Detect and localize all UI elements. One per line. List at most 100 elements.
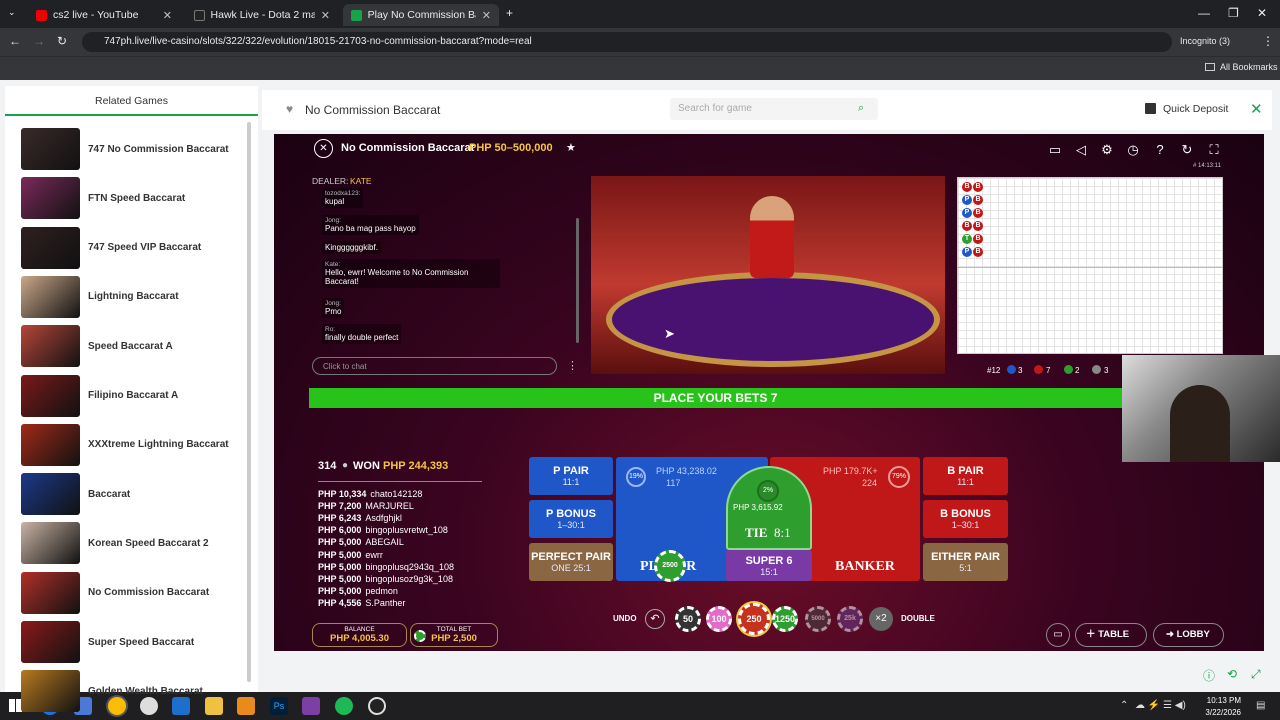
heart-icon[interactable]: ♥ — [286, 102, 293, 116]
all-bookmarks[interactable]: All Bookmarks — [1220, 62, 1278, 72]
tie-wins: 2 — [1075, 366, 1080, 375]
chat-scrollbar[interactable] — [576, 218, 579, 343]
photoshop-icon[interactable]: Ps — [270, 697, 288, 715]
game-thumbnail — [21, 670, 80, 713]
history-icon[interactable]: ◷ — [1123, 140, 1143, 160]
player-stat-icon — [1007, 365, 1016, 374]
bead-road-mark: B — [973, 221, 983, 231]
double-label: DOUBLE — [901, 614, 935, 623]
search-input[interactable]: Search for game — [670, 98, 878, 120]
chip-250[interactable]: 250 — [738, 603, 770, 635]
lobby-button[interactable]: ➜ LOBBY — [1153, 623, 1224, 647]
maximize-button[interactable]: ❐ — [1228, 6, 1239, 20]
fullscreen-icon[interactable]: ⛶ — [1204, 140, 1224, 160]
chip-1250[interactable]: 1250 — [772, 606, 798, 632]
minimize-button[interactable]: — — [1198, 6, 1210, 20]
chip-50[interactable]: 50 — [675, 606, 701, 632]
close-game-x-icon[interactable]: ✕ — [314, 139, 333, 158]
spotify-icon[interactable] — [335, 697, 353, 715]
reload-icon[interactable]: ↻ — [57, 34, 67, 48]
tab-youtube[interactable]: cs2 live - YouTube ✕ — [28, 4, 180, 26]
close-window-button[interactable]: ✕ — [1257, 6, 1267, 20]
placed-chip[interactable]: 2500 — [654, 550, 686, 582]
p-bonus-bet[interactable]: P BONUS 1–30:1 — [529, 500, 613, 538]
winner-name: bingoplusq2943q_108 — [365, 561, 454, 572]
tie-percent: 2% — [757, 480, 779, 502]
bet-label: P BONUS — [546, 508, 596, 520]
related-game-item[interactable]: Filipino Baccarat A — [21, 374, 246, 417]
help-icon[interactable]: ? — [1150, 140, 1170, 160]
chat-menu-icon[interactable]: ⋮ — [567, 359, 578, 372]
winner-row: PHP 5,000 ABEGAIL — [318, 537, 404, 547]
related-game-item[interactable]: Speed Baccarat A — [21, 325, 246, 368]
related-game-item[interactable]: XXXtreme Lightning Baccarat — [21, 423, 246, 466]
refresh-icon[interactable]: ↻ — [1177, 140, 1197, 160]
close-tab-icon[interactable]: ✕ — [163, 9, 172, 22]
refresh-game-icon[interactable]: ⟲ — [1227, 667, 1237, 681]
browser-tab-bar: ⌄ cs2 live - YouTube ✕ Hawk Live - Dota … — [0, 0, 1280, 28]
search-icon[interactable]: ⌕ — [858, 102, 864, 115]
mute-icon[interactable]: ◁ — [1071, 140, 1091, 160]
chip-100[interactable]: 100 — [706, 606, 732, 632]
table-button[interactable]: ＋ TABLE — [1075, 623, 1147, 647]
winner-row: PHP 10,334 chato142128 — [318, 489, 422, 499]
b-pair-bet[interactable]: B PAIR 11:1 — [923, 457, 1008, 495]
bead-road-mark: P — [962, 208, 972, 218]
winner-row: PHP 6,000 bingoplusvretwt_108 — [318, 525, 448, 535]
related-game-item[interactable]: Baccarat — [21, 473, 246, 516]
video-icon[interactable]: ▭ — [1045, 140, 1065, 160]
quick-deposit-button[interactable]: Quick Deposit — [1163, 103, 1228, 115]
close-game-icon[interactable]: ✕ — [1250, 100, 1263, 118]
either-pair-bet[interactable]: EITHER PAIR 5:1 — [923, 543, 1008, 581]
bet-odds: 11:1 — [562, 477, 580, 487]
tray-icons[interactable]: ☁ ⚡ ☰ ◀) — [1135, 700, 1186, 711]
related-games-title: Related Games — [5, 90, 258, 116]
winner-name: MARJUREL — [365, 501, 414, 512]
related-game-item[interactable]: Super Speed Baccarat — [21, 621, 246, 663]
bet-limits[interactable]: PHP 50–500,000 — [469, 142, 553, 154]
b-bonus-bet[interactable]: B BONUS 1–30:1 — [923, 500, 1008, 538]
app3-icon[interactable] — [302, 697, 320, 715]
related-scrollbar[interactable] — [247, 122, 251, 682]
new-tab-button[interactable]: + — [506, 6, 513, 20]
related-game-item[interactable]: No Commission Baccarat — [21, 571, 246, 614]
undo-button[interactable]: ↶ — [645, 609, 665, 629]
forward-icon[interactable]: → — [33, 34, 45, 48]
obs-icon[interactable] — [368, 697, 386, 715]
favorite-star-icon[interactable]: ★ — [566, 141, 576, 154]
related-game-item[interactable]: 747 Speed VIP Baccarat — [21, 226, 246, 269]
double-button[interactable]: ×2 — [869, 607, 893, 631]
chip-25k[interactable]: 25k — [837, 606, 863, 632]
tab-search-icon[interactable]: ⌄ — [8, 7, 16, 18]
settings-gear-icon[interactable]: ⚙ — [1097, 140, 1117, 160]
chip-5000[interactable]: 5000 — [805, 606, 831, 632]
info-icon[interactable]: ⓘ — [1203, 667, 1215, 684]
related-game-item[interactable]: Golden Wealth Baccarat — [21, 670, 246, 713]
expand-icon[interactable]: ⤢ — [1251, 667, 1261, 682]
chat-input[interactable]: Click to chat — [312, 357, 557, 375]
close-tab-icon[interactable]: ✕ — [321, 9, 330, 22]
scoreboard-roads[interactable] — [957, 177, 1223, 354]
bet-label: EITHER PAIR — [931, 551, 1000, 563]
super6-bet[interactable]: SUPER 6 15:1 — [726, 550, 812, 581]
tray-chevron-icon[interactable]: ⌃ — [1120, 700, 1128, 711]
menu-icon[interactable]: ⋮ — [1262, 34, 1274, 48]
game-thumbnail — [21, 522, 80, 565]
related-game-item[interactable]: Korean Speed Baccarat 2 — [21, 522, 246, 565]
taskbar-date: 3/22/2026 — [1205, 708, 1241, 717]
tab-hawk-live[interactable]: Hawk Live - Dota 2 matches live ✕ — [186, 4, 338, 26]
close-tab-icon[interactable]: ✕ — [482, 9, 491, 22]
related-game-item[interactable]: Lightning Baccarat — [21, 275, 246, 318]
bet-odds: 5:1 — [959, 563, 972, 573]
perfect-pair-bet[interactable]: PERFECT PAIR ONE 25:1 — [529, 543, 613, 581]
notifications-icon[interactable]: ▤ — [1256, 700, 1265, 711]
tab-baccarat[interactable]: Play No Commission Baccarat ✕ — [343, 4, 499, 26]
incognito-profile[interactable]: Incognito (3) — [1180, 36, 1230, 46]
related-game-item[interactable]: FTN Speed Baccarat — [21, 177, 246, 220]
chat-text: kupal — [325, 197, 345, 206]
p-pair-bet[interactable]: P PAIR 11:1 — [529, 457, 613, 495]
related-game-item[interactable]: 747 No Commission Baccarat — [21, 128, 246, 170]
address-bar[interactable]: 747ph.live/live-casino/slots/322/322/evo… — [82, 32, 1172, 52]
chat-toggle-icon[interactable]: ▭ — [1046, 623, 1070, 647]
back-icon[interactable]: ← — [9, 34, 21, 48]
